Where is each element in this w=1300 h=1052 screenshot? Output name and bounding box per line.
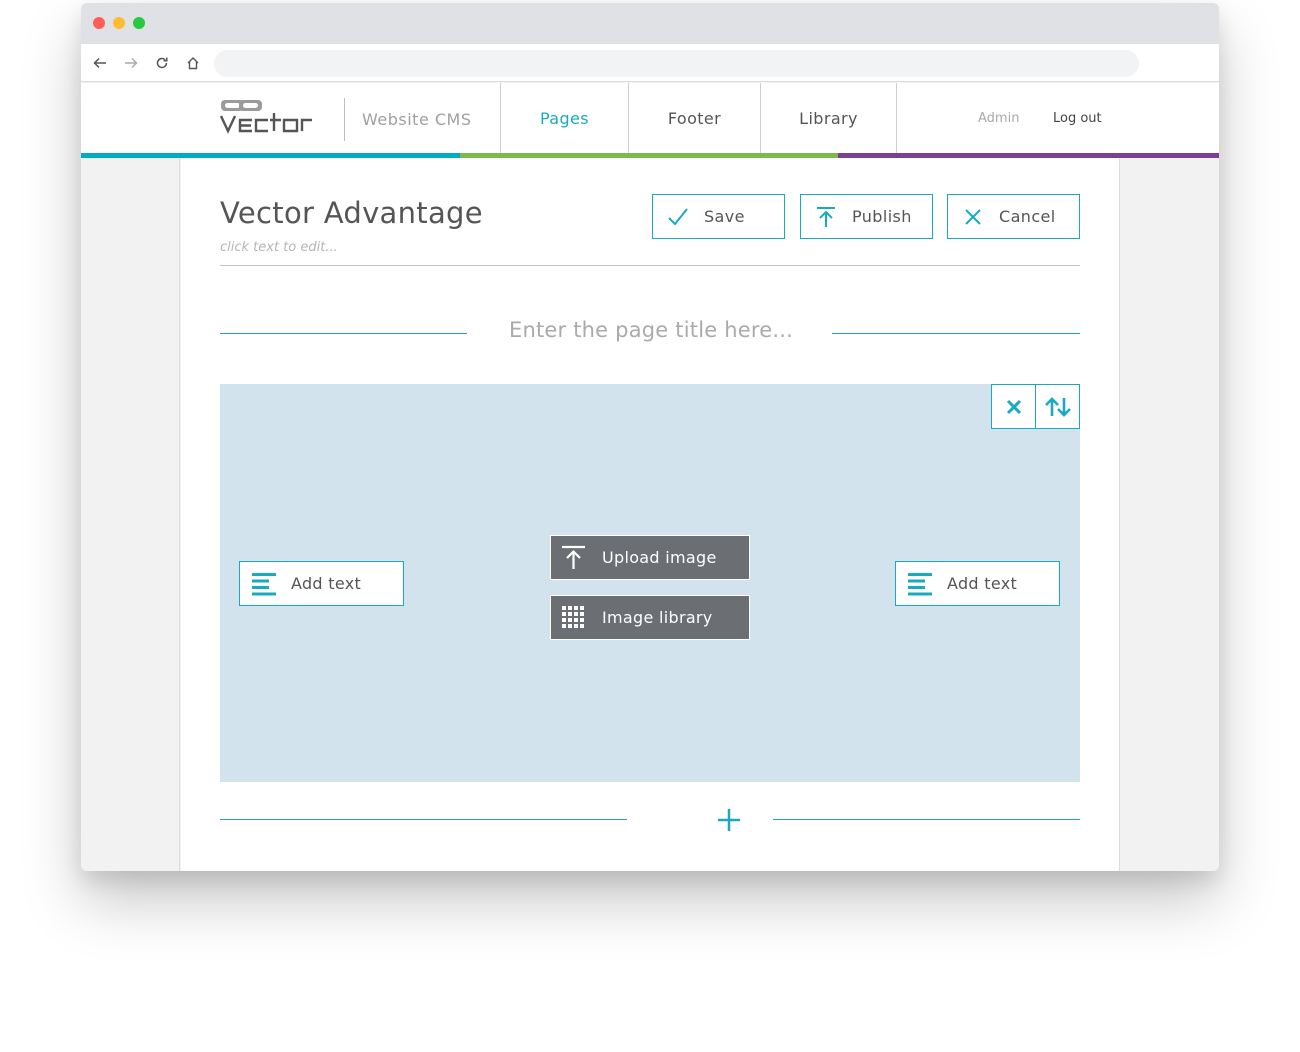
browser-window: Website CMS Pages Footer Library Admin L… — [81, 3, 1219, 871]
remove-block-button[interactable] — [992, 385, 1035, 428]
grid-icon — [562, 606, 584, 628]
close-window-button[interactable] — [93, 17, 105, 29]
browser-toolbar — [81, 44, 1219, 82]
publish-button[interactable]: Publish — [800, 194, 933, 239]
add-text-right-button[interactable]: Add text — [895, 561, 1060, 606]
reorder-icon — [1044, 396, 1071, 417]
right-gutter — [1119, 158, 1219, 871]
add-block-line-left — [220, 819, 627, 820]
cancel-label: Cancel — [999, 207, 1056, 226]
user-label: Admin — [978, 111, 1020, 126]
logo-divider — [344, 98, 345, 141]
section-title-input[interactable]: Enter the page title here... — [471, 318, 831, 342]
forward-arrow-icon[interactable] — [121, 53, 141, 73]
page-name[interactable]: Vector Advantage — [220, 196, 483, 230]
tab-divider — [896, 83, 897, 153]
title-line-left — [220, 333, 467, 334]
plus-icon — [718, 809, 740, 831]
title-divider — [220, 265, 1080, 266]
title-line-right — [832, 333, 1080, 334]
publish-label: Publish — [852, 207, 912, 226]
reload-icon[interactable] — [152, 53, 172, 73]
cancel-button[interactable]: Cancel — [947, 194, 1080, 239]
upload-image-label: Upload image — [602, 548, 717, 567]
remove-icon — [1006, 399, 1021, 414]
content-block: Add text Add text Upload image Image lib… — [220, 384, 1080, 782]
save-button[interactable]: Save — [652, 194, 785, 239]
browser-titlebar — [81, 3, 1219, 44]
back-arrow-icon[interactable] — [90, 53, 110, 73]
home-icon[interactable] — [183, 53, 203, 73]
image-library-label: Image library — [602, 608, 713, 627]
app-name: Website CMS — [362, 110, 472, 129]
address-bar[interactable] — [214, 50, 1139, 77]
add-text-left-label: Add text — [291, 574, 362, 593]
tab-library[interactable]: Library — [760, 83, 896, 153]
upload-arrow-icon — [817, 207, 835, 227]
upload-image-button[interactable]: Upload image — [550, 535, 750, 580]
add-text-left-button[interactable]: Add text — [239, 561, 404, 606]
app-header: Website CMS Pages Footer Library Admin L… — [81, 83, 1219, 158]
tab-pages[interactable]: Pages — [500, 83, 628, 153]
logout-link[interactable]: Log out — [1053, 111, 1102, 126]
close-icon — [965, 209, 981, 225]
add-block-line-right — [773, 819, 1080, 820]
vector-logo[interactable] — [219, 99, 330, 139]
edit-hint: click text to edit... — [220, 240, 338, 255]
add-text-right-label: Add text — [947, 574, 1018, 593]
tab-footer[interactable]: Footer — [628, 83, 760, 153]
reorder-block-button[interactable] — [1035, 385, 1079, 428]
left-gutter — [81, 158, 180, 871]
save-label: Save — [704, 207, 745, 226]
add-block-button[interactable] — [715, 806, 743, 834]
editor-content: Vector Advantage click text to edit... S… — [181, 158, 1119, 871]
block-controls — [991, 384, 1080, 429]
text-align-icon — [252, 573, 276, 596]
upload-icon — [562, 545, 585, 569]
maximize-window-button[interactable] — [133, 17, 145, 29]
text-align-icon — [908, 573, 932, 596]
image-library-button[interactable]: Image library — [550, 595, 750, 640]
checkmark-icon — [668, 208, 688, 226]
minimize-window-button[interactable] — [113, 17, 125, 29]
